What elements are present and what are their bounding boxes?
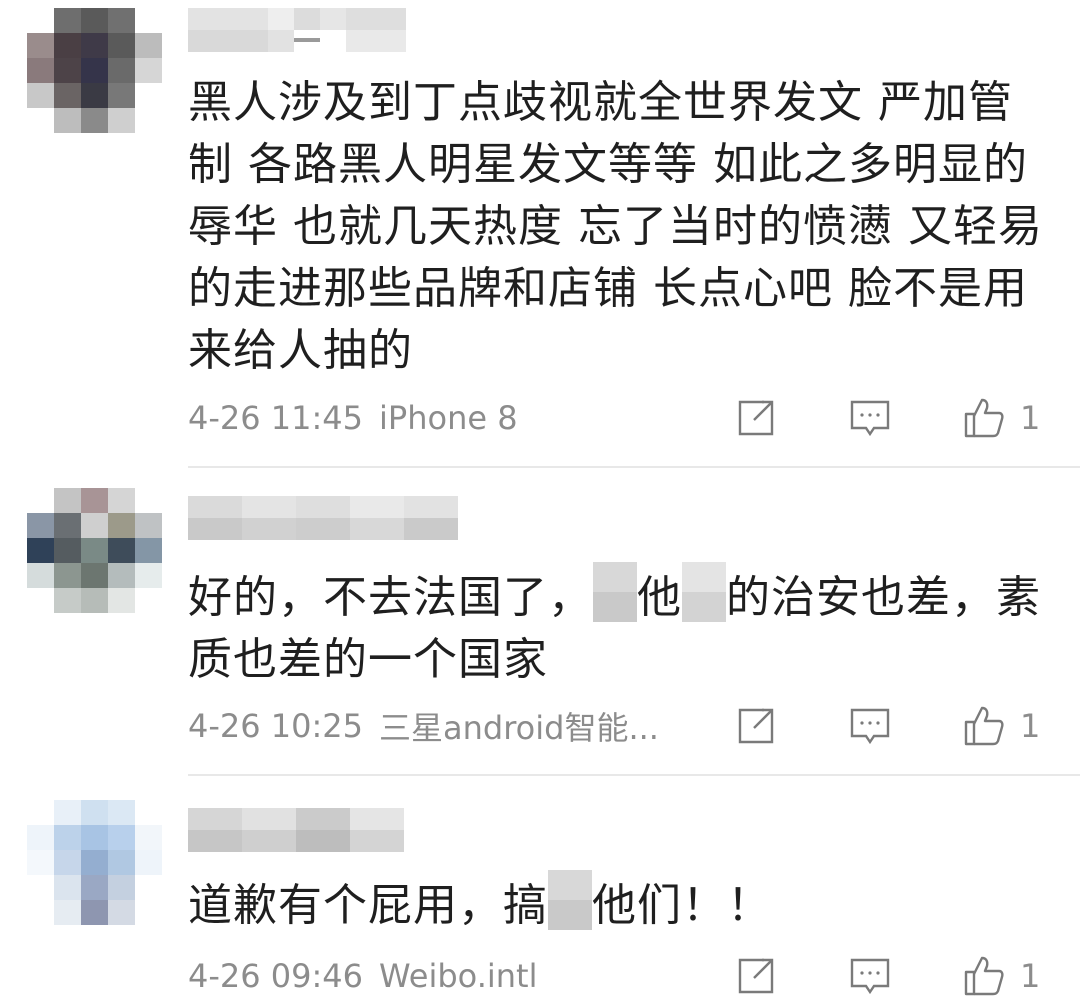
comment-icon[interactable] [848, 396, 892, 440]
username[interactable] [188, 808, 404, 852]
comment-time: 4-26 10:25 [188, 707, 364, 745]
thumbs-up-icon[interactable] [962, 396, 1006, 440]
thumbs-up-icon[interactable] [962, 704, 1006, 748]
avatar[interactable] [27, 800, 162, 925]
comment-device: Weibo.intl [379, 957, 538, 995]
comment-time: 4-26 11:45 [188, 399, 364, 437]
censored-mosaic [548, 870, 592, 930]
comment-actions: 1 [734, 704, 1042, 748]
divider [188, 774, 1080, 776]
comment-time: 4-26 09:46 [188, 957, 364, 995]
comment-device: iPhone 8 [379, 399, 518, 437]
censored-mosaic [682, 562, 726, 622]
share-icon[interactable] [734, 704, 778, 748]
comment-text: 道歉有个屁用，搞 他们！！ [188, 870, 1048, 937]
censored-mosaic [593, 562, 637, 622]
username[interactable] [188, 8, 406, 52]
comment-text: 好的，不去法国了，他的治安也差，素质也差的一个国家 [188, 562, 1048, 691]
avatar[interactable] [27, 8, 162, 133]
avatar[interactable] [27, 488, 162, 613]
comment-actions: 1 [734, 954, 1042, 998]
comment-text-part: 好的，不去法国了， [188, 572, 593, 623]
comment-device: 三星android智能... [379, 709, 659, 747]
like-count: 1 [1020, 707, 1041, 745]
comment-icon[interactable] [848, 704, 892, 748]
comment-text-part: 道歉有个屁用，搞 [188, 880, 548, 931]
like-count: 1 [1020, 957, 1041, 995]
comment-icon[interactable] [848, 954, 892, 998]
comment-text: 黑人涉及到丁点歧视就全世界发文 严加管制 各路黑人明星发文等等 如此之多明显的辱… [188, 77, 1043, 376]
username[interactable] [188, 496, 458, 540]
comment-text-part: 他 [637, 572, 682, 623]
share-icon[interactable] [734, 954, 778, 998]
share-icon[interactable] [734, 396, 778, 440]
comment-actions: 1 [734, 396, 1042, 440]
thumbs-up-icon[interactable] [962, 954, 1006, 998]
divider [188, 466, 1080, 468]
like-count: 1 [1020, 399, 1041, 437]
comment-text-part: 他们！！ [592, 880, 772, 931]
